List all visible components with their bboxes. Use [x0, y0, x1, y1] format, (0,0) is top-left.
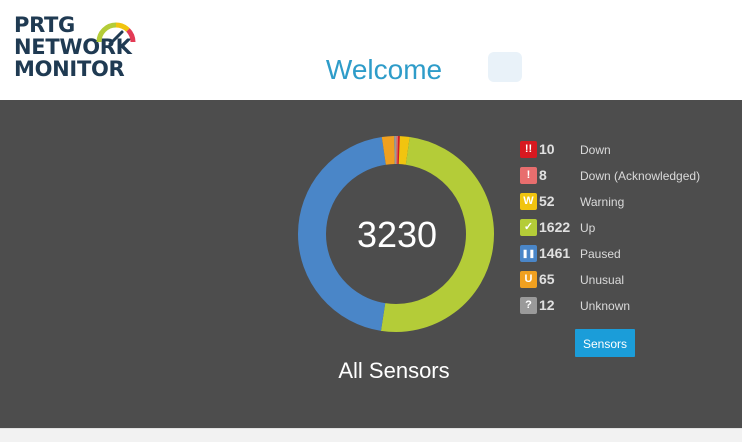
checkmark-icon: ✓ [520, 219, 537, 236]
unknown-icon: ? [520, 297, 537, 314]
legend-label: Unusual [580, 272, 624, 289]
legend-count: 52 [539, 193, 555, 210]
legend-label: Warning [580, 194, 624, 211]
legend-item-unknown[interactable]: ? 12 Unknown [520, 296, 730, 322]
footer-divider [0, 428, 742, 442]
sensors-button[interactable]: Sensors [575, 329, 635, 357]
legend-label: Up [580, 220, 595, 237]
header-bar: PRTG NETWORK MONITOR Welcome [0, 0, 742, 100]
legend-count: 1622 [539, 219, 570, 236]
donut-segment-warning[interactable] [399, 150, 407, 151]
legend-count: 8 [539, 167, 547, 184]
sensor-total: 3230 [327, 214, 467, 256]
legend-item-down-acknowledged[interactable]: ! 8 Down (Acknowledged) [520, 166, 730, 192]
legend-label: Down [580, 142, 611, 159]
legend-item-up[interactable]: ✓ 1622 Up [520, 218, 730, 244]
legend-count: 12 [539, 297, 555, 314]
legend-label: Paused [580, 246, 621, 263]
legend-item-paused[interactable]: ❚❚ 1461 Paused [520, 244, 730, 270]
legend-label: Down (Acknowledged) [580, 168, 700, 185]
legend-count: 10 [539, 141, 555, 158]
legend-item-unusual[interactable]: U 65 Unusual [520, 270, 730, 296]
legend-item-warning[interactable]: W 52 Warning [520, 192, 730, 218]
status-legend: !! 10 Down ! 8 Down (Acknowledged) W 52 … [520, 140, 730, 322]
unusual-icon: U [520, 271, 537, 288]
legend-count: 65 [539, 271, 555, 288]
down-acknowledged-icon: ! [520, 167, 537, 184]
warning-icon: W [520, 193, 537, 210]
legend-item-down[interactable]: !! 10 Down [520, 140, 730, 166]
donut-segment-unusual[interactable] [384, 150, 395, 151]
legend-label: Unknown [580, 298, 630, 315]
down-icon: !! [520, 141, 537, 158]
legend-count: 1461 [539, 245, 570, 262]
page-title: Welcome [0, 54, 742, 86]
pause-icon: ❚❚ [520, 245, 537, 262]
all-sensors-label[interactable]: All Sensors [314, 358, 474, 384]
